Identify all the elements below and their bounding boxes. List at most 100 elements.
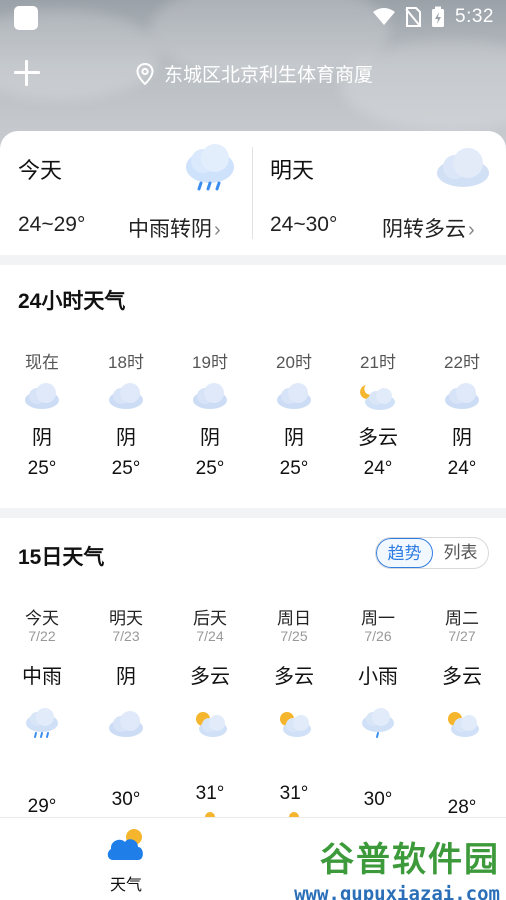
- day-high-temp: 30°: [363, 789, 393, 810]
- cloud-icon: [420, 374, 504, 418]
- hour-label: 22时: [444, 353, 480, 372]
- tomorrow-label: 明天: [270, 158, 315, 183]
- hour-temp: 24°: [363, 458, 393, 479]
- weather-nav-icon: [107, 829, 143, 860]
- sun-cloud-icon: [420, 704, 504, 744]
- cloud-icon: [84, 704, 168, 744]
- watermark-url: www.gupuxiazai.com: [294, 883, 500, 900]
- day-name: 今天: [25, 609, 59, 628]
- battery-charging-icon: [432, 6, 445, 27]
- cloud-icon: [252, 374, 336, 418]
- hourly-title: 24小时天气: [18, 290, 126, 313]
- hour-condition: 阴: [284, 427, 304, 449]
- day-date: 7/26: [364, 628, 392, 644]
- trend-tab[interactable]: 趋势: [376, 538, 433, 568]
- location-selector[interactable]: 东城区北京利生体育商厦: [136, 60, 373, 87]
- hourly-item: 19时 阴 25°: [168, 348, 252, 480]
- day-condition: 小雨: [358, 666, 398, 688]
- tomorrow-summary[interactable]: 明天 24~30° 阴转多云 ›: [253, 131, 506, 251]
- wifi-icon: [373, 8, 396, 25]
- sun-cloud-icon: [168, 704, 252, 744]
- cloud-icon: [84, 374, 168, 418]
- day-high-temp: 29°: [27, 796, 57, 817]
- day-name: 后天: [193, 609, 227, 628]
- status-bar: 5:32: [0, 0, 506, 34]
- hour-temp: 25°: [27, 458, 57, 479]
- rain-cloud-icon: [0, 704, 84, 744]
- watermark-title: 谷普软件园: [320, 840, 500, 880]
- day-date: 7/22: [28, 628, 56, 644]
- weather-card: 今天 24~29° 中雨转阴 › 明天 24~30° 阴转多云 › 24小时天气 现…: [0, 131, 506, 822]
- hour-temp: 25°: [279, 458, 309, 479]
- moon-cloud-icon: [336, 374, 420, 418]
- tomorrow-condition: 阴转多云: [382, 218, 466, 241]
- day-date: 7/25: [280, 628, 308, 644]
- day-condition: 多云: [190, 666, 230, 688]
- chevron-right-icon: ›: [214, 219, 221, 241]
- status-time: 5:32: [455, 6, 494, 27]
- hour-label: 21时: [360, 353, 396, 372]
- day-high-temp: 28°: [447, 797, 477, 818]
- day-date: 7/24: [196, 628, 224, 644]
- daily-item: 明天 7/23 阴: [84, 604, 168, 744]
- today-label: 今天: [18, 158, 63, 183]
- no-sim-icon: [405, 7, 422, 27]
- location-pin-icon: [136, 62, 154, 85]
- view-toggle: 趋势 列表: [375, 537, 489, 569]
- notification-icon: [14, 6, 38, 30]
- day-high-temp: 30°: [111, 789, 141, 810]
- hour-condition: 阴: [32, 427, 52, 449]
- cloud-icon: [168, 374, 252, 418]
- day-name: 明天: [109, 609, 143, 628]
- nav-weather[interactable]: 天气: [96, 828, 156, 895]
- hourly-item: 现在 阴 25°: [0, 348, 84, 480]
- day-date: 7/27: [448, 628, 476, 644]
- hourly-item: 21时 多云 24°: [336, 348, 420, 480]
- tomorrow-temp: 24~30°: [270, 213, 338, 236]
- day-high-temp: 31°: [195, 783, 225, 804]
- day-name: 周一: [361, 609, 395, 628]
- today-tomorrow-row: 今天 24~29° 中雨转阴 › 明天 24~30° 阴转多云 ›: [0, 131, 506, 251]
- hour-condition: 阴: [452, 427, 472, 449]
- day-date: 7/23: [112, 628, 140, 644]
- hour-temp: 25°: [195, 458, 225, 479]
- daily-item: 周日 7/25 多云: [252, 604, 336, 744]
- hour-condition: 多云: [358, 427, 398, 449]
- nav-weather-label: 天气: [109, 877, 142, 894]
- today-summary[interactable]: 今天 24~29° 中雨转阴 ›: [0, 131, 252, 251]
- cloud-icon: [0, 374, 84, 418]
- rain-cloud-icon: [336, 704, 420, 744]
- hourly-item: 20时 阴 25°: [252, 348, 336, 480]
- day-name: 周日: [277, 609, 311, 628]
- hourly-item: 22时 阴 24°: [420, 348, 504, 480]
- daily-item: 后天 7/24 多云: [168, 604, 252, 744]
- hour-label: 18时: [108, 353, 144, 372]
- section-divider: [0, 508, 506, 518]
- list-tab[interactable]: 列表: [433, 538, 488, 568]
- day-condition: 多云: [274, 666, 314, 688]
- hour-label: 现在: [25, 353, 59, 372]
- rain-cloud-icon: [183, 143, 237, 198]
- daily-item: 周二 7/27 多云: [420, 604, 504, 744]
- hour-condition: 阴: [200, 427, 220, 449]
- daily-title: 15日天气: [18, 546, 105, 569]
- day-name: 周二: [445, 609, 479, 628]
- daily-item: 周一 7/26 小雨: [336, 604, 420, 744]
- hour-temp: 25°: [111, 458, 141, 479]
- bottom-navigation: 天气 谷普软件园 www.gupuxiazai.com: [0, 817, 506, 900]
- add-city-button[interactable]: [12, 58, 42, 88]
- hour-label: 20时: [276, 353, 312, 372]
- hour-temp: 24°: [447, 458, 477, 479]
- hourly-item: 18时 阴 25°: [84, 348, 168, 480]
- location-label: 东城区北京利生体育商厦: [164, 65, 374, 86]
- cloud-icon: [435, 145, 491, 194]
- day-condition: 多云: [442, 666, 482, 688]
- chevron-right-icon: ›: [468, 219, 475, 241]
- day-condition: 中雨: [22, 666, 62, 688]
- section-divider: [0, 255, 506, 265]
- daily-item: 今天 7/22 中雨: [0, 604, 84, 744]
- day-condition: 阴: [116, 666, 136, 688]
- hour-condition: 阴: [116, 427, 136, 449]
- hour-label: 19时: [192, 353, 228, 372]
- day-high-temp: 31°: [279, 783, 309, 804]
